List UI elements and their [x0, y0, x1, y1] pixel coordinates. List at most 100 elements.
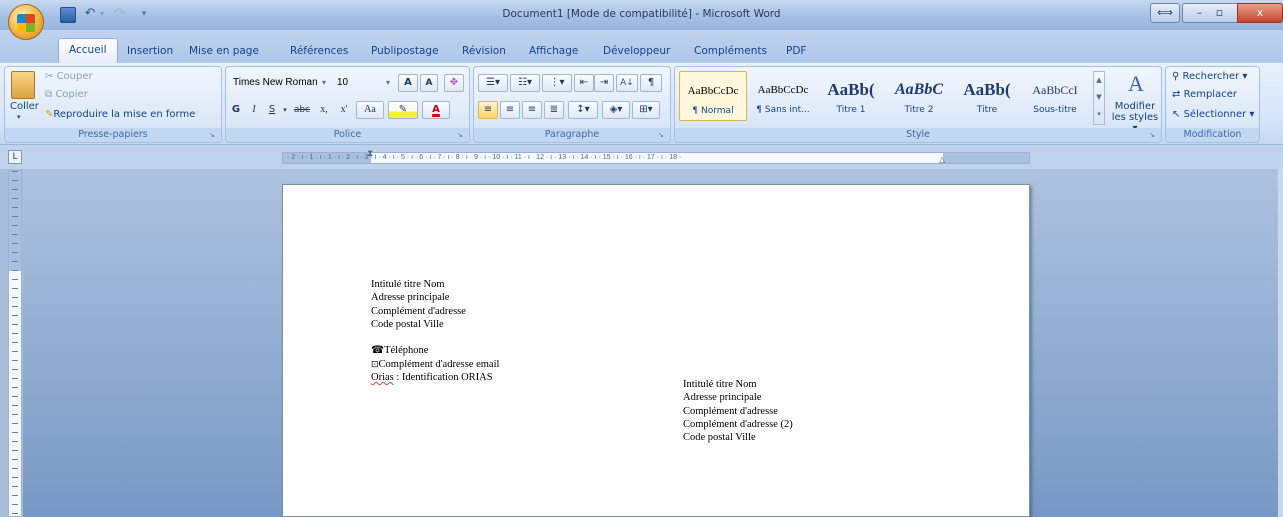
align-right-icon[interactable]: ≡	[522, 101, 542, 119]
maximize-icon: ▫	[1215, 6, 1224, 19]
grow-font-button[interactable]: A	[398, 74, 418, 92]
multilevel-list-icon[interactable]: ⋮▾	[542, 74, 572, 92]
sender-line: Adresse principale	[371, 292, 450, 304]
clear-formatting-icon[interactable]: ✥	[444, 74, 464, 92]
highlight-icon[interactable]: ✎	[388, 101, 418, 119]
style-normal[interactable]: AaBbCcDc ¶ Normal	[679, 71, 747, 121]
change-styles-icon[interactable]: A	[1119, 71, 1153, 96]
paste-icon[interactable]	[11, 71, 35, 99]
ruler-ticks	[12, 171, 18, 517]
tab-accueil[interactable]: Accueil	[58, 38, 118, 64]
right-indent-icon[interactable]: △	[939, 155, 947, 165]
sender-line: Code postal Ville	[371, 318, 444, 330]
copy-icon: ⧉	[45, 89, 56, 100]
italic-button[interactable]: I	[246, 101, 262, 119]
superscript-button[interactable]: x'	[334, 101, 354, 119]
underline-dropdown-icon[interactable]: ▾	[280, 101, 290, 119]
change-case-button[interactable]: Aa	[356, 101, 384, 119]
recipient-line: Complément d'adresse (2)	[683, 418, 793, 430]
office-logo-icon	[17, 14, 35, 32]
minimize-icon: –	[1196, 6, 1203, 19]
indent-marker-icon[interactable]: ⧗	[367, 149, 375, 165]
recipient-line: Adresse principale	[683, 392, 762, 404]
recipient-block[interactable]: Intitulé titre Nom Adresse principale Co…	[683, 378, 793, 444]
font-family-dropdown-icon[interactable]: ▾	[322, 78, 326, 87]
close-button[interactable]: x	[1237, 3, 1283, 23]
format-painter-button[interactable]: ✎Reproduire la mise en forme	[45, 109, 195, 120]
select-button[interactable]: ↖ Sélectionner ▾	[1172, 109, 1254, 120]
replace-icon: ⇄	[1172, 89, 1184, 100]
minimize-button[interactable]: – ▫	[1182, 3, 1237, 23]
group-clipboard: Coller ▾ ✂ Couper ⧉ Copier ✎Reproduire l…	[4, 66, 222, 143]
bullets-icon[interactable]: ☰▾	[478, 74, 508, 92]
group-editing: ⚲ Rechercher ▾ ⇄ Remplacer ↖ Sélectionne…	[1165, 66, 1260, 143]
tab-insertion[interactable]: Insertion	[127, 45, 173, 63]
increase-indent-icon[interactable]: ⇥	[594, 74, 614, 92]
underline-button[interactable]: S	[264, 101, 280, 119]
style-subtitle[interactable]: AaBbCcI Sous-titre	[1021, 71, 1089, 121]
bold-button[interactable]: G	[228, 101, 244, 119]
style-title[interactable]: AaBb( Titre	[953, 71, 1021, 121]
shading-icon[interactable]: ◈▾	[602, 101, 630, 119]
style-heading-1[interactable]: AaBb( Titre 1	[817, 71, 885, 121]
styles-scroll[interactable]: ▲ ▼ ▾	[1093, 71, 1105, 125]
align-left-icon[interactable]: ≡	[478, 101, 498, 119]
justify-icon[interactable]: ≣	[544, 101, 564, 119]
group-paragraph: ☰▾ ☷▾ ⋮▾ ⇤ ⇥ A↓ ¶ ≡ ≡ ≡ ≣ ↕▾ ◈▾ ⊞▾ Parag…	[473, 66, 671, 143]
dialog-launcher-icon[interactable]: ↘	[457, 131, 466, 140]
group-label: Police	[226, 128, 469, 142]
style-no-spacing[interactable]: AaBbCcDc ¶ Sans int...	[749, 71, 817, 121]
tab-developpeur[interactable]: Développeur	[603, 45, 670, 63]
cut-button[interactable]: ✂ Couper	[45, 71, 93, 82]
sender-line: Complément d'adresse	[371, 305, 466, 317]
copy-button[interactable]: ⧉ Copier	[45, 89, 88, 100]
tab-mise-en-page[interactable]: Mise en page	[189, 45, 259, 63]
borders-icon[interactable]: ⊞▾	[632, 101, 660, 119]
document-page[interactable]: Intitulé titre Nom Adresse principale Co…	[282, 184, 1030, 517]
decrease-indent-icon[interactable]: ⇤	[574, 74, 594, 92]
paste-button[interactable]: Coller	[10, 101, 39, 112]
font-family-combo[interactable]: Times New Roman	[230, 75, 330, 93]
tab-affichage[interactable]: Affichage	[529, 45, 578, 63]
font-size-dropdown-icon[interactable]: ▾	[386, 78, 390, 87]
dialog-launcher-icon[interactable]: ↘	[209, 131, 218, 140]
sender-block[interactable]: Intitulé titre Nom Adresse principale Co…	[371, 278, 499, 384]
phone-line: ☎Téléphone	[371, 345, 429, 357]
group-font: Times New Roman ▾ 10 ▾ A A ✥ G I S ▾ abc…	[225, 66, 470, 143]
dialog-launcher-icon[interactable]: ↘	[658, 131, 667, 140]
sort-button[interactable]: A↓	[616, 74, 638, 92]
numbering-icon[interactable]: ☷▾	[510, 74, 540, 92]
tab-complements[interactable]: Compléments	[694, 45, 767, 63]
show-marks-button[interactable]: ¶	[640, 74, 662, 92]
line-spacing-icon[interactable]: ↕▾	[568, 101, 598, 119]
cursor-icon: ↖	[1172, 109, 1184, 120]
tab-selector-icon[interactable]: L	[8, 150, 22, 164]
group-label: Presse-papiers	[5, 128, 221, 142]
vertical-scrollbar[interactable]	[1278, 169, 1283, 517]
horizontal-ruler[interactable]: · 2 · ı · 1 · ı · 1 · ı · 2 · ı · 3 · ı …	[282, 149, 1030, 165]
recipient-line: Intitulé titre Nom	[683, 379, 757, 390]
subscript-button[interactable]: x,	[314, 101, 334, 119]
vertical-ruler[interactable]	[8, 170, 22, 517]
styles-gallery: AaBbCcDc ¶ Normal AaBbCcDc ¶ Sans int...…	[679, 71, 1091, 125]
font-color-button[interactable]: A	[422, 101, 450, 119]
shrink-font-button[interactable]: A	[420, 74, 438, 92]
dialog-launcher-icon[interactable]: ↘	[1149, 131, 1158, 140]
tab-references[interactable]: Références	[290, 45, 348, 63]
phone-icon: ☎	[371, 345, 385, 357]
style-heading-2[interactable]: AaBbC Titre 2	[885, 71, 953, 121]
find-button[interactable]: ⚲ Rechercher ▾	[1172, 71, 1247, 82]
font-size-combo[interactable]: 10	[334, 75, 386, 93]
tab-revision[interactable]: Révision	[462, 45, 506, 63]
tab-publipostage[interactable]: Publipostage	[371, 45, 439, 63]
window-title: Document1 [Mode de compatibilité] - Micr…	[502, 8, 781, 20]
align-center-icon[interactable]: ≡	[500, 101, 520, 119]
recipient-line: Complément d'adresse	[683, 405, 778, 417]
office-button[interactable]	[8, 4, 44, 40]
paste-dropdown-icon[interactable]: ▾	[17, 113, 21, 121]
tab-pdf[interactable]: PDF	[786, 45, 806, 63]
replace-button[interactable]: ⇄ Remplacer	[1172, 89, 1237, 100]
restore-ribbon-button[interactable]: ⟺	[1150, 3, 1180, 23]
group-label: Modification	[1166, 128, 1259, 142]
strikethrough-button[interactable]: abc	[290, 101, 314, 119]
